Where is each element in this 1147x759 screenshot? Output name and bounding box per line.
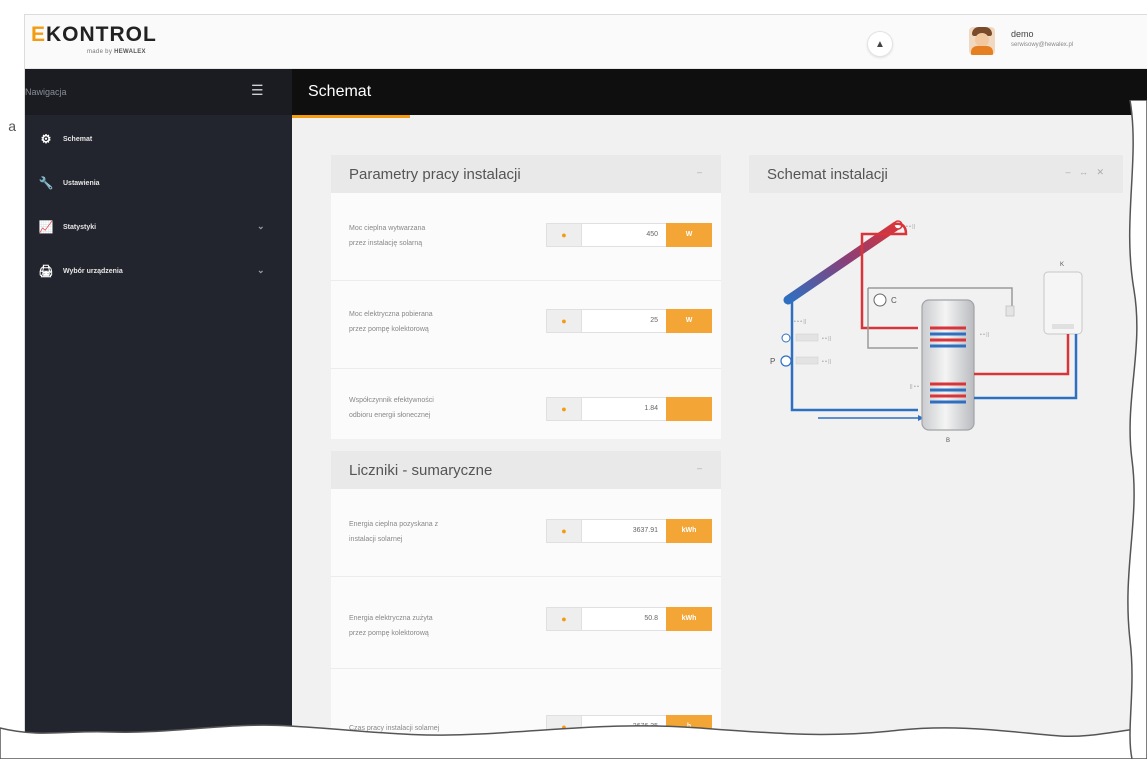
printer-icon: 🖨 (38, 264, 54, 278)
tank-sensor-upper: • • || (980, 332, 989, 338)
schema-panel-title: Schemat instalacji (767, 166, 888, 183)
solar-collector[interactable] (783, 221, 901, 305)
top-bar: EKONTROL made by HEWALEX ▲ demo serwisow… (25, 15, 1147, 69)
param-label: Moc cieplna wytwarzana przez instalację … (349, 225, 426, 247)
param-value-group: ● 450 W (546, 223, 712, 247)
notification-button[interactable]: ▲ (867, 31, 893, 57)
installation-diagram: • • || C • • || P • • || • • • || • • ||… (770, 220, 1083, 444)
param-row-electric-power: Moc elektryczna pobierana przez pompę ko… (331, 281, 721, 369)
page-header: Schemat (292, 69, 1147, 118)
params-panel-header[interactable]: Parametry pracy instalacji – (331, 155, 721, 193)
bike-icon: ⚙ (40, 132, 52, 146)
boiler-label: K (1060, 262, 1064, 268)
info-icon[interactable]: ● (546, 223, 582, 247)
info-icon[interactable]: ● (546, 309, 582, 333)
sidebar-item-label: Ustawienia (63, 179, 100, 187)
logo-letter: E (31, 23, 47, 46)
collapse-icon[interactable]: – (697, 463, 705, 473)
page-title-underline (292, 115, 410, 118)
param-value-group: ● 25 W (546, 309, 712, 333)
pump-readout (795, 356, 819, 365)
sidebar-item-wybor-urzadzenia[interactable]: 🖨 Wybór urządzenia ⌄ (25, 259, 292, 283)
navigation-label: Nawigacja (25, 87, 67, 97)
param-unit: kWh (666, 519, 712, 543)
collector-sensor-label: • • || (906, 224, 915, 230)
torn-paper-bottom (0, 724, 1147, 759)
outer-left-text: a (8, 118, 16, 134)
param-row-efficiency: Współczynnik efektywności odbioru energi… (331, 369, 721, 439)
pump-label: P (770, 357, 775, 366)
param-value-group: ● 50.8 kWh (546, 607, 712, 631)
param-label: Energia elektryczna zużyta przez pompę k… (349, 615, 433, 637)
chevron-down-icon[interactable]: ⌄ (257, 221, 265, 232)
torn-paper-right (1127, 100, 1147, 759)
params-panel-body: Moc cieplna wytwarzana przez instalację … (331, 193, 721, 439)
navigation-header: Nawigacja ☰ (25, 69, 292, 115)
pump-icon[interactable] (780, 355, 792, 367)
sidebar-item-label: Schemat (63, 135, 93, 143)
info-icon[interactable]: ● (546, 519, 582, 543)
param-value: 50.8 (582, 607, 666, 631)
user-name[interactable]: demo (1011, 29, 1034, 39)
param-value-group: ● 1.84 (546, 397, 712, 421)
tank-label: B (946, 438, 950, 444)
storage-tank[interactable] (921, 299, 975, 431)
info-icon[interactable]: ● (546, 607, 582, 631)
logo-sub-prefix: made by (87, 49, 113, 55)
param-value: 3637.91 (582, 519, 666, 543)
param-value: 450 (582, 223, 666, 247)
tank-sensor-lower: || • • (910, 384, 919, 390)
sensor-readout-label: • • || (822, 336, 831, 342)
app-logo[interactable]: EKONTROL (31, 23, 157, 47)
param-row-heat-power: Moc cieplna wytwarzana przez instalację … (331, 193, 721, 281)
panel-tools-icons[interactable]: – ↔ ✕ (1065, 167, 1107, 178)
avatar[interactable] (969, 27, 995, 55)
param-value-group: ● 3637.91 kWh (546, 519, 712, 543)
counters-panel-title: Liczniki - sumaryczne (349, 462, 493, 479)
boiler-panel (1052, 324, 1074, 329)
sidebar-item-statystyki[interactable]: 📈 Statystyki ⌄ (25, 215, 292, 239)
counter-row-electric-energy: Energia elektryczna zużyta przez pompę k… (331, 577, 721, 669)
sensor-icon (781, 333, 791, 343)
param-unit: kWh (666, 607, 712, 631)
logo-sub-brand: HEWALEX (114, 49, 146, 55)
sidebar-item-schemat[interactable]: ⚙ Schemat (25, 127, 292, 151)
page-title: Schemat (308, 83, 372, 100)
param-unit: W (666, 223, 712, 247)
controller-label: C (891, 296, 897, 305)
param-label: Współczynnik efektywności odbioru energi… (349, 397, 434, 419)
valve-icon (1005, 305, 1015, 317)
wrench-icon: 🔧 (38, 176, 54, 190)
pump-readout-label: • • || (822, 359, 831, 365)
user-email: serwisowy@hewalex.pl (1011, 42, 1074, 48)
param-value: 25 (582, 309, 666, 333)
counter-row-heat-energy: Energia cieplna pozyskana z instalacji s… (331, 489, 721, 577)
param-value: 1.84 (582, 397, 666, 421)
sidebar: ⚙ Schemat 🔧 Ustawienia 📈 Statystyki ⌄ 🖨 … (25, 115, 292, 759)
sidebar-item-label: Wybór urządzenia (63, 267, 123, 275)
sidebar-item-ustawienia[interactable]: 🔧 Ustawienia (25, 171, 292, 195)
cold-pipe (790, 300, 918, 412)
hamburger-menu-icon[interactable]: ☰ (251, 82, 264, 99)
params-panel-title: Parametry pracy instalacji (349, 166, 521, 183)
collapse-icon[interactable]: – (697, 167, 705, 177)
sensor-readout (795, 333, 819, 342)
info-icon[interactable]: ● (546, 397, 582, 421)
boiler-hot-pipe (974, 334, 1070, 376)
flow-readout-label: • • • || (794, 319, 806, 325)
counters-panel-header[interactable]: Liczniki - sumaryczne – (331, 451, 721, 489)
logo-subtitle: made by HEWALEX (87, 49, 146, 55)
sidebar-item-label: Statystyki (63, 223, 97, 231)
boiler-cold-pipe (974, 334, 1078, 400)
param-label: Energia cieplna pozyskana z instalacji s… (349, 521, 439, 543)
chevron-down-icon[interactable]: ⌄ (257, 265, 265, 276)
param-unit: W (666, 309, 712, 333)
controller-icon[interactable] (873, 293, 887, 307)
logo-text: KONTROL (46, 23, 157, 46)
bell-icon: ▲ (875, 38, 885, 50)
param-unit (666, 397, 712, 421)
param-label: Moc elektryczna pobierana przez pompę ko… (349, 311, 433, 333)
line-chart-icon: 📈 (38, 220, 54, 234)
